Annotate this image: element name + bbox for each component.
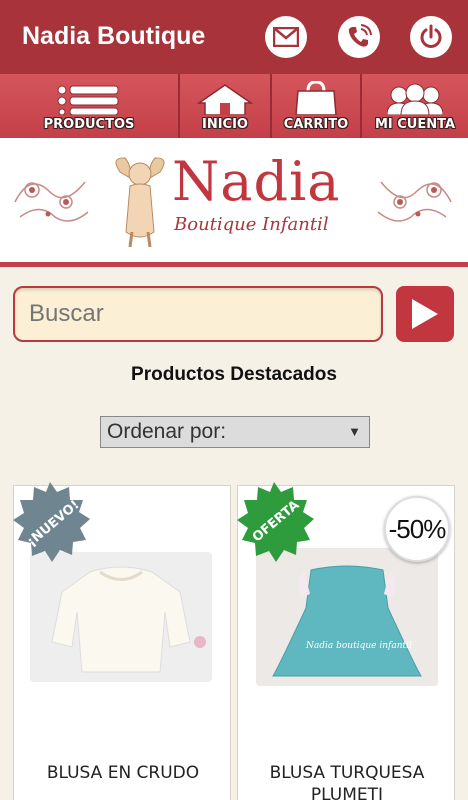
- brand-logo-subtitle: Boutique Infantil: [174, 214, 329, 235]
- nav-item-carrito[interactable]: CARRITO: [270, 74, 360, 138]
- angel-illustration-icon: [115, 157, 165, 248]
- phone-button[interactable]: [338, 16, 380, 58]
- nav-item-mi-cuenta[interactable]: MI CUENTA: [360, 74, 468, 138]
- sort-select[interactable]: Ordenar por: ▼: [100, 416, 370, 448]
- product-image-blusa-crudo[interactable]: [30, 552, 212, 682]
- mail-button[interactable]: [265, 16, 307, 58]
- product-image-blusa-turquesa[interactable]: Nadia boutique infantil: [256, 548, 438, 686]
- product-name[interactable]: BLUSA TURQUESA PLUMETI: [238, 762, 456, 800]
- app-title: Nadia Boutique: [22, 22, 206, 50]
- discount-badge: -50%: [384, 496, 450, 562]
- floral-ornament-left-icon: [14, 181, 89, 222]
- search-button[interactable]: [396, 286, 454, 342]
- dropdown-arrow-icon: ▼: [348, 424, 361, 439]
- banner-divider: [0, 262, 468, 267]
- shopping-bag-icon: [295, 81, 337, 115]
- product-card[interactable]: ¡NUEVO! BLUSA EN CRUDO: [13, 482, 232, 800]
- power-button[interactable]: [410, 16, 452, 58]
- product-name[interactable]: BLUSA EN CRUDO: [14, 762, 232, 784]
- menu-list-icon: [57, 85, 119, 115]
- nav-item-productos[interactable]: PRODUCTOS: [0, 74, 178, 138]
- play-arrow-icon: [412, 299, 438, 329]
- product-card[interactable]: Nadia boutique infantil OFERTA -50% BLUS…: [237, 482, 456, 800]
- nav-label-inicio: INICIO: [202, 117, 248, 132]
- floral-ornament-right-icon: [377, 181, 452, 222]
- app-bar: Nadia Boutique: [0, 0, 468, 74]
- home-icon: [196, 84, 254, 115]
- phone-icon: [348, 24, 372, 47]
- nav-label-productos: PRODUCTOS: [43, 117, 135, 132]
- power-icon: [420, 24, 442, 48]
- featured-products-title: Productos Destacados: [131, 364, 337, 385]
- mail-icon: [273, 27, 299, 47]
- search-input[interactable]: [13, 286, 383, 342]
- nav-item-inicio[interactable]: INICIO: [178, 74, 270, 138]
- nav-label-mi-cuenta: MI CUENTA: [374, 117, 456, 132]
- sort-select-value: Ordenar por:: [107, 420, 227, 443]
- nav-label-carrito: CARRITO: [283, 117, 349, 132]
- main-nav: PRODUCTOS INICIO CARRITO MI CUENTA: [0, 74, 468, 138]
- brand-logo-text: Nadia: [172, 150, 341, 213]
- users-icon: [387, 83, 443, 115]
- svg-text:Nadia boutique infantil: Nadia boutique infantil: [305, 641, 412, 651]
